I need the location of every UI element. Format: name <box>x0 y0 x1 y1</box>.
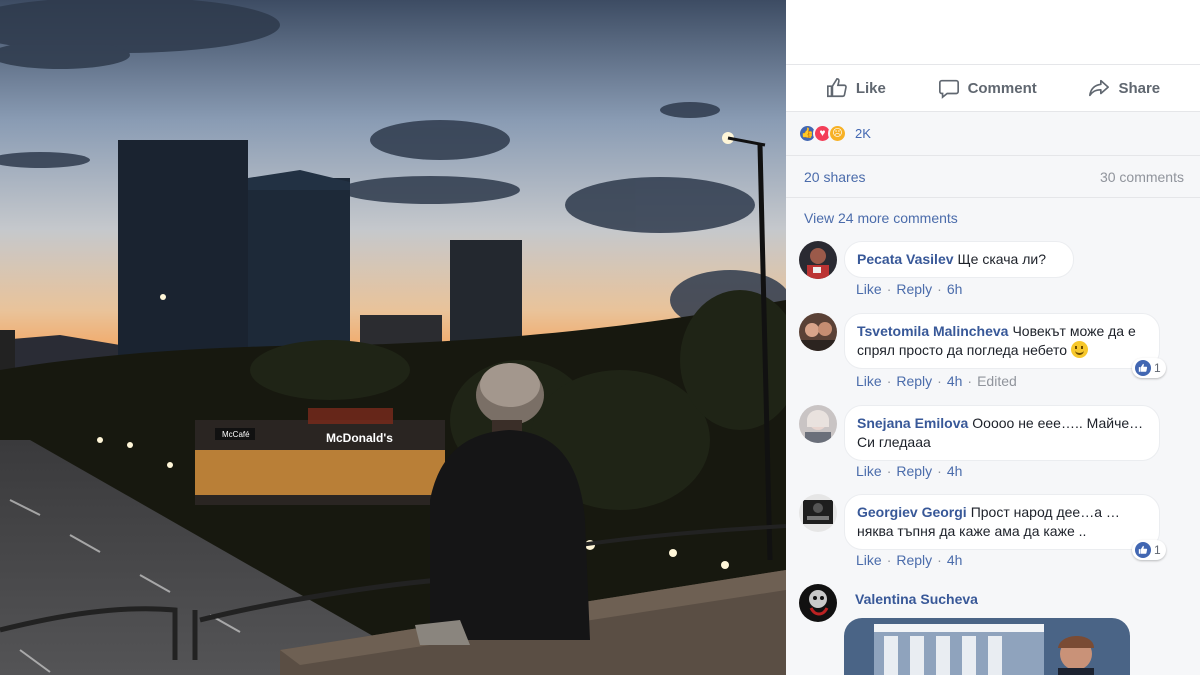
comment-time[interactable]: 4h <box>947 373 963 389</box>
shares-count[interactable]: 20 shares <box>804 169 865 185</box>
avatar[interactable] <box>799 313 837 351</box>
reaction-count[interactable]: 2K <box>855 126 871 141</box>
comment-meta: Like · Reply · 6h <box>856 281 963 297</box>
comment-text: Ще скача ли? <box>957 251 1046 267</box>
comment-label: Comment <box>967 79 1037 97</box>
like-button[interactable]: Like <box>826 77 886 99</box>
comment-like-badge[interactable]: 1 <box>1132 540 1166 560</box>
avatar[interactable] <box>799 405 837 443</box>
avatar[interactable] <box>799 584 837 622</box>
comment-author[interactable]: Tsvetomila Malincheva <box>857 323 1008 339</box>
post-stats: 20 shares 30 comments <box>786 155 1200 197</box>
share-button[interactable]: Share <box>1088 77 1160 99</box>
comment-icon <box>938 79 959 99</box>
comment-time[interactable]: 6h <box>947 281 963 297</box>
mcdonalds-sign: McDonald's <box>326 431 393 445</box>
comment-author[interactable]: Valentina Sucheva <box>855 591 978 607</box>
comments-section: View 24 more comments Pecata Vasilev Ще с… <box>786 197 1200 675</box>
comment-bubble: Georgiev Georgi Прост народ дее…а … няква… <box>844 494 1160 550</box>
comments-count[interactable]: 30 comments <box>1100 169 1184 185</box>
sad-reaction-icon: ☹ <box>828 124 847 143</box>
comment-button[interactable]: Comment <box>938 77 1037 99</box>
comment-time[interactable]: 4h <box>947 552 963 568</box>
comment-reply-link[interactable]: Reply <box>896 373 932 389</box>
comment-author[interactable]: Georgiev Georgi <box>857 504 967 520</box>
comment-like-link[interactable]: Like <box>856 552 882 568</box>
share-icon <box>1089 79 1110 97</box>
avatar[interactable] <box>799 241 837 279</box>
comment-attached-image[interactable] <box>844 618 1130 675</box>
comment-author[interactable]: Snejana Emilova <box>857 415 968 431</box>
like-badge-icon <box>1135 360 1151 376</box>
avatar[interactable] <box>799 494 837 532</box>
thumbs-up-icon <box>826 78 847 98</box>
comment-like-link[interactable]: Like <box>856 373 882 389</box>
post-actions-bar: Like Comment Share <box>786 64 1200 111</box>
comment-meta: Like · Reply · 4h · Edited <box>856 373 1017 389</box>
comment-like-link[interactable]: Like <box>856 463 882 479</box>
comment-like-link[interactable]: Like <box>856 281 882 297</box>
comment-meta: Like · Reply · 4h <box>856 463 963 479</box>
comment-reply-link[interactable]: Reply <box>896 463 932 479</box>
comment-like-count: 1 <box>1154 361 1161 375</box>
smiley-emoji-icon <box>1070 341 1088 358</box>
post-side-panel: Like Comment Share 👍 ♥ ☹ 2K 20 shares 30… <box>786 0 1200 675</box>
post-photo[interactable]: McCafé McDonald's <box>0 0 786 675</box>
comment-like-badge[interactable]: 1 <box>1132 358 1166 378</box>
like-label: Like <box>855 79 886 97</box>
like-badge-icon <box>1135 542 1151 558</box>
comment-edited-label[interactable]: Edited <box>977 373 1017 389</box>
reactions-summary[interactable]: 👍 ♥ ☹ 2K <box>786 111 1200 155</box>
comment-reply-link[interactable]: Reply <box>896 552 932 568</box>
comment-meta: Like · Reply · 4h <box>856 552 963 568</box>
share-label: Share <box>1118 79 1161 97</box>
comment-author[interactable]: Pecata Vasilev <box>857 251 954 267</box>
mccafe-sign: McCafé <box>222 430 250 439</box>
comment-bubble: Snejana Emilova Ооооо не еее….. Майче… Си… <box>844 405 1160 461</box>
comment-bubble: Tsvetomila Malincheva Човекът може да е с… <box>844 313 1160 369</box>
comment-time[interactable]: 4h <box>947 463 963 479</box>
view-more-comments-link[interactable]: View 24 more comments <box>804 210 958 226</box>
reaction-icons: 👍 ♥ ☹ <box>798 124 847 143</box>
mcdonalds-building: McCafé McDonald's <box>195 408 445 505</box>
comment-like-count: 1 <box>1154 543 1161 557</box>
comment-reply-link[interactable]: Reply <box>896 281 932 297</box>
comment-bubble: Pecata Vasilev Ще скача ли? <box>844 241 1074 278</box>
